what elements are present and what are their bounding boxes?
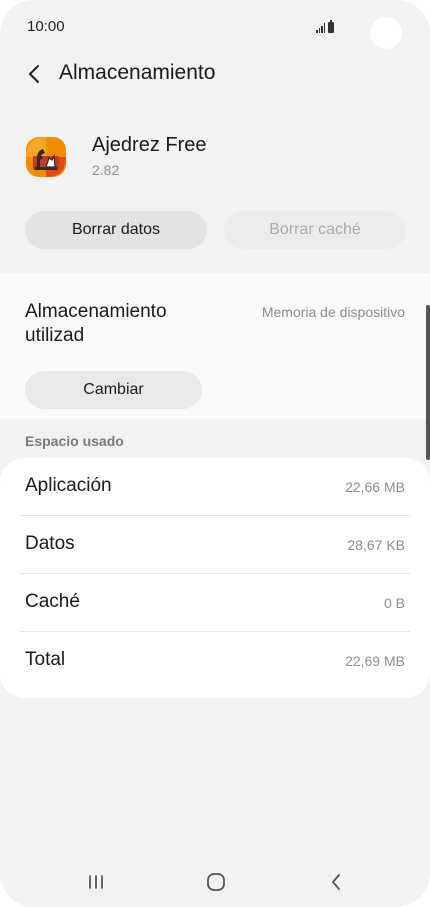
usage-row-application: Aplicación 22,66 MB	[0, 458, 430, 516]
home-icon[interactable]	[186, 856, 246, 907]
app-header: Almacenamiento	[0, 56, 430, 96]
clear-data-button[interactable]: Borrar datos	[25, 211, 207, 249]
storage-value: Memoria de dispositivo	[261, 304, 405, 320]
usage-row-label: Caché	[25, 591, 80, 612]
battery-icon	[328, 20, 335, 33]
usage-row-label: Aplicación	[25, 475, 112, 496]
status-bar: 10:00	[0, 0, 430, 56]
usage-card: Aplicación 22,66 MB Datos 28,67 KB Caché…	[0, 458, 430, 698]
app-version: 2.82	[92, 162, 120, 178]
usage-row-data: Datos 28,67 KB	[0, 516, 430, 574]
usage-row-value: 0 B	[383, 595, 405, 611]
page-title: Almacenamiento	[59, 61, 216, 84]
status-time: 10:00	[27, 18, 65, 35]
usage-row-value: 28,67 KB	[347, 537, 405, 553]
signal-icon	[316, 23, 326, 33]
recents-icon[interactable]	[66, 856, 126, 907]
usage-row-cache: Caché 0 B	[0, 574, 430, 632]
navigation-bar	[0, 856, 430, 907]
usage-row-total: Total 22,69 MB	[0, 632, 430, 690]
storage-label: Almacenamiento utilizad	[25, 301, 167, 346]
usage-row-value: 22,69 MB	[345, 653, 405, 669]
section-header-used-space: Espacio usado	[25, 433, 124, 449]
storage-location-section: Almacenamiento utilizad Memoria de dispo…	[0, 273, 430, 419]
chess-app-icon	[25, 136, 67, 178]
usage-row-value: 22,66 MB	[345, 479, 405, 495]
usage-row-label: Datos	[25, 533, 75, 554]
status-icons	[316, 19, 335, 33]
chevron-left-icon[interactable]	[22, 60, 46, 88]
clear-cache-button[interactable]: Borrar caché	[224, 211, 406, 249]
camera-cutout	[370, 17, 402, 49]
change-storage-button[interactable]: Cambiar	[25, 371, 202, 409]
app-name: Ajedrez Free	[92, 134, 207, 156]
back-icon[interactable]	[306, 856, 366, 907]
scroll-indicator[interactable]	[426, 305, 430, 460]
usage-row-label: Total	[25, 649, 66, 670]
phone-screen: 10:00 Almacenamiento Ajedrez Free 2.82 B…	[0, 0, 430, 907]
